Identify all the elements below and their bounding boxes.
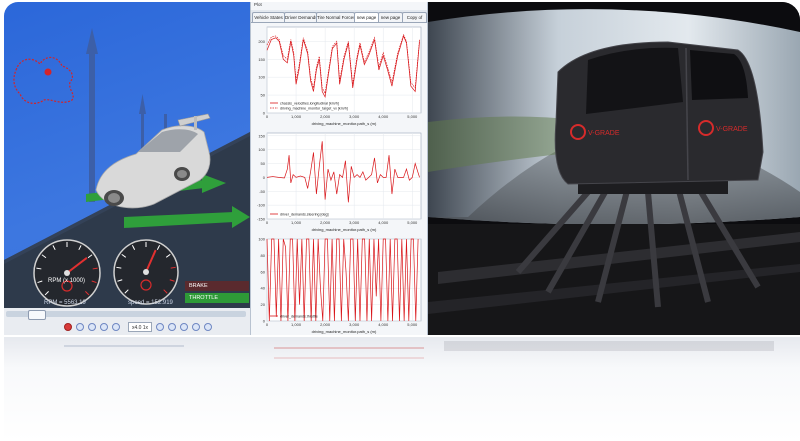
motion-simulator-photo: V-GRADE V-GRADE [428, 2, 800, 335]
x-tick-label: 2,000 [320, 114, 331, 119]
x-tick-label: 5,000 [407, 220, 418, 225]
skip-end-icon[interactable] [180, 323, 188, 331]
y-tick-label: 100 [258, 237, 265, 242]
brand-wordmark: V-GRADE [588, 130, 620, 137]
plot-area [266, 26, 422, 114]
brand-wordmark: V-GRADE [716, 126, 748, 133]
x-tick-label: 4,000 [378, 220, 389, 225]
tab-copy-of[interactable]: Copy of [402, 12, 427, 22]
tab-new-page-1[interactable]: new page [354, 12, 379, 22]
skip-start-icon[interactable] [76, 323, 84, 331]
velocity-chart[interactable]: 0501001502000 1,000 2,000 3,000 4,000 5,000ch… [251, 23, 427, 127]
x-tick-label: 2,000 [320, 220, 331, 225]
y-tick-label: 50 [261, 161, 266, 166]
step-back-icon[interactable] [88, 323, 96, 331]
brake-bar: BRAKE [185, 281, 249, 291]
simulator-view[interactable]: RPM (x 1000) RPM = 5563.19 speed = 152.9… [4, 2, 250, 335]
speed-readout: speed = 152.919 [128, 300, 173, 306]
plot-window: Plot Vehicle States Driver Demands Tire … [250, 2, 428, 335]
timeline-thumb[interactable] [28, 310, 46, 320]
tab-new-page-2[interactable]: new page [378, 12, 403, 22]
playback-toolbar: x4.0 1x [4, 308, 250, 335]
rpm-unit-label: RPM (x 1000) [48, 278, 86, 284]
simulator-cabin [554, 41, 764, 185]
tab-driver-demands[interactable]: Driver Demands [284, 12, 317, 22]
floor-reflection [4, 337, 800, 441]
playback-speed-field[interactable]: x4.0 1x [128, 322, 152, 332]
throttle-label: THROTTLE [189, 295, 219, 301]
y-tick-label: -100 [257, 203, 266, 208]
legend-label: driver_demands.throttle [280, 314, 318, 318]
plot-window-title: Plot [254, 2, 262, 7]
tab-tire-normal-forces[interactable]: Tire Normal Forces [316, 12, 355, 22]
y-tick-label: 100 [258, 75, 265, 80]
x-tick-label: 1,000 [291, 220, 302, 225]
x-tick-label: 3,000 [349, 114, 360, 119]
loop-icon[interactable] [192, 323, 200, 331]
x-axis-label: driving_machine_monitor.path_s (m) [312, 329, 377, 334]
x-axis-label: driving_machine_monitor.path_s (m) [312, 121, 377, 126]
y-tick-label: 20 [261, 302, 266, 307]
y-tick-label: -50 [259, 189, 266, 194]
throttle-bar: THROTTLE [185, 293, 249, 303]
x-tick-label: 4,000 [378, 322, 389, 327]
play-back-icon[interactable] [100, 323, 108, 331]
x-tick-label: 3,000 [349, 220, 360, 225]
rpm-readout: RPM = 5563.19 [44, 300, 86, 306]
y-tick-label: 150 [258, 57, 265, 62]
x-tick-label: 1,000 [291, 114, 302, 119]
legend-label: chassis_velocities.longitudinal [km/h] [280, 101, 339, 105]
x-axis-label: driving_machine_monitor.path_s (m) [312, 227, 377, 232]
plot-tab-bar: Vehicle States Driver Demands Tire Norma… [251, 10, 427, 23]
y-tick-label: 50 [261, 93, 266, 98]
brake-label: BRAKE [189, 283, 208, 289]
record-icon[interactable] [64, 323, 72, 331]
simulator-rig-illustration: V-GRADE V-GRADE [428, 2, 800, 335]
throttle-chart[interactable]: 0204060801000 1,000 2,000 3,000 4,000 5,000dr… [251, 235, 427, 335]
x-tick-label: 0 [266, 114, 269, 119]
speed-gauge [113, 239, 179, 305]
x-tick-label: 1,000 [291, 322, 302, 327]
play-icon[interactable] [156, 323, 164, 331]
y-tick-label: 100 [258, 147, 265, 152]
y-tick-label: 60 [261, 269, 266, 274]
car-model [95, 113, 211, 209]
x-tick-label: 5,000 [407, 114, 418, 119]
y-tick-label: 200 [258, 39, 265, 44]
x-tick-label: 0 [266, 322, 269, 327]
rpm-gauge [33, 239, 101, 307]
steering-chart[interactable]: -150 -100 -50 0 50 100 150 0 1,000 2,000 3,000 4,00… [251, 129, 427, 233]
x-tick-label: 0 [266, 220, 269, 225]
x-tick-label: 2,000 [320, 322, 331, 327]
x-tick-label: 5,000 [407, 322, 418, 327]
y-tick-label: 80 [261, 253, 266, 258]
y-tick-label: -150 [257, 217, 266, 222]
legend-label: driving_machine_monitor_target_vx [km/h] [280, 106, 348, 110]
x-tick-label: 4,000 [378, 114, 389, 119]
vertical-force-arrow [89, 52, 95, 202]
legend-label: driver_demands.steering [deg] [280, 212, 329, 216]
y-tick-label: 150 [258, 133, 265, 138]
tab-vehicle-states[interactable]: Vehicle States [252, 12, 285, 22]
zoom-icon[interactable] [204, 323, 212, 331]
y-tick-label: 0 [263, 175, 266, 180]
pause-icon[interactable] [112, 323, 120, 331]
x-tick-label: 3,000 [349, 322, 360, 327]
step-forward-icon[interactable] [168, 323, 176, 331]
y-tick-label: 40 [261, 286, 266, 291]
